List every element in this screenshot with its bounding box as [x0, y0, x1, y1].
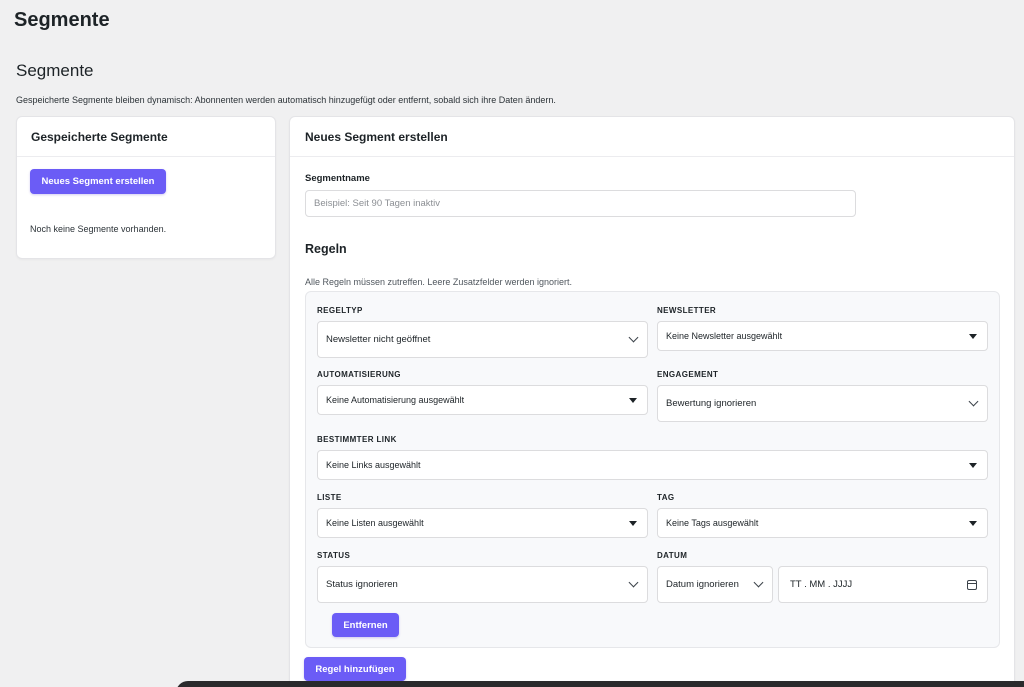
newsletter-label: NEWSLETTER — [657, 306, 717, 315]
bottom-overlay-bar — [176, 681, 1024, 687]
segment-name-label: Segmentname — [305, 173, 370, 184]
rule-type-select[interactable]: Newsletter nicht geöffnet — [317, 321, 648, 358]
date-input-value: TT . MM . JJJJ — [790, 579, 853, 590]
status-value: Status ignorieren — [326, 579, 398, 590]
date-label: DATUM — [657, 551, 688, 560]
rule-type-label: REGELTYP — [317, 306, 363, 315]
newsletter-select[interactable]: Keine Newsletter ausgewählt — [657, 321, 988, 351]
rule-type-value: Newsletter nicht geöffnet — [326, 334, 431, 345]
date-input[interactable]: TT . MM . JJJJ — [778, 566, 988, 603]
add-rule-button[interactable]: Regel hinzufügen — [304, 657, 406, 681]
chevron-down-icon — [968, 396, 979, 407]
tag-label: TAG — [657, 493, 675, 502]
rule-box: REGELTYP Newsletter nicht geöffnet NEWSL… — [305, 291, 1000, 648]
calendar-icon[interactable] — [967, 579, 977, 590]
link-label: BESTIMMTER LINK — [317, 435, 397, 444]
caret-down-icon — [969, 333, 977, 339]
create-segment-title: Neues Segment erstellen — [290, 117, 1014, 157]
caret-down-icon — [969, 520, 977, 526]
date-mode-value: Datum ignorieren — [666, 579, 739, 590]
rules-title: Regeln — [305, 242, 347, 256]
saved-segments-card: Gespeicherte Segmente Neues Segment erst… — [16, 116, 276, 259]
caret-down-icon — [969, 462, 977, 468]
date-mode-select[interactable]: Datum ignorieren — [657, 566, 773, 603]
saved-segments-title: Gespeicherte Segmente — [17, 117, 275, 157]
newsletter-value: Keine Newsletter ausgewählt — [666, 331, 783, 341]
page-title: Segmente — [14, 9, 110, 31]
section-title: Segmente — [16, 61, 94, 80]
caret-down-icon — [629, 520, 637, 526]
engagement-label: ENGAGEMENT — [657, 370, 719, 379]
list-value: Keine Listen ausgewählt — [326, 518, 424, 528]
automation-select[interactable]: Keine Automatisierung ausgewählt — [317, 385, 648, 415]
automation-label: AUTOMATISIERUNG — [317, 370, 401, 379]
tag-value: Keine Tags ausgewählt — [666, 518, 759, 528]
automation-value: Keine Automatisierung ausgewählt — [326, 395, 465, 405]
empty-segments-text: Noch keine Segmente vorhanden. — [30, 224, 167, 234]
segment-name-input[interactable]: Beispiel: Seit 90 Tagen inaktiv — [305, 190, 856, 217]
list-select[interactable]: Keine Listen ausgewählt — [317, 508, 648, 538]
caret-down-icon — [629, 397, 637, 403]
link-select[interactable]: Keine Links ausgewählt — [317, 450, 988, 480]
chevron-down-icon — [628, 577, 639, 588]
link-value: Keine Links ausgewählt — [326, 460, 421, 470]
remove-rule-button[interactable]: Entfernen — [332, 613, 399, 637]
section-description: Gespeicherte Segmente bleiben dynamisch:… — [16, 95, 556, 105]
segment-name-placeholder: Beispiel: Seit 90 Tagen inaktiv — [314, 198, 441, 209]
rules-description: Alle Regeln müssen zutreffen. Leere Zusa… — [305, 277, 572, 287]
new-segment-button[interactable]: Neues Segment erstellen — [30, 169, 166, 194]
create-segment-card: Neues Segment erstellen Segmentname Beis… — [289, 116, 1015, 687]
chevron-down-icon — [628, 332, 639, 343]
engagement-select[interactable]: Bewertung ignorieren — [657, 385, 988, 422]
status-label: STATUS — [317, 551, 351, 560]
engagement-value: Bewertung ignorieren — [666, 398, 757, 409]
list-label: LISTE — [317, 493, 342, 502]
tag-select[interactable]: Keine Tags ausgewählt — [657, 508, 988, 538]
status-select[interactable]: Status ignorieren — [317, 566, 648, 603]
chevron-down-icon — [753, 577, 764, 588]
